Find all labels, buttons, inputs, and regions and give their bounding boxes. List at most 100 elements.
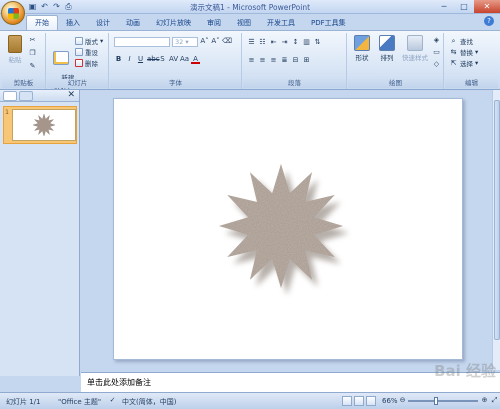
shrink-font-icon[interactable]: A˅ xyxy=(211,37,220,46)
outline-tab[interactable] xyxy=(19,91,33,101)
bullets-icon[interactable]: ☰ xyxy=(247,38,256,47)
format-painter-icon[interactable]: ✎ xyxy=(28,62,37,71)
scrollbar-thumb[interactable] xyxy=(494,100,500,340)
find-button[interactable]: ⌕ 查找 xyxy=(449,36,473,47)
zoom-out-icon[interactable]: ⊖ xyxy=(398,396,407,405)
tab-developer[interactable]: 开发工具 xyxy=(259,16,303,30)
undo-icon[interactable]: ↶ xyxy=(40,2,49,11)
star-shape[interactable] xyxy=(114,99,464,361)
tab-view[interactable]: 视图 xyxy=(229,16,259,30)
slideshow-view-icon[interactable] xyxy=(366,396,376,406)
align-right-icon[interactable]: ≡ xyxy=(269,56,278,65)
shape-fill-icon[interactable]: ◈ xyxy=(432,36,441,45)
office-button[interactable] xyxy=(1,1,25,25)
cut-icon[interactable]: ✂ xyxy=(28,36,37,45)
slides-tab[interactable] xyxy=(3,91,17,101)
shapes-button[interactable]: 形状 xyxy=(350,35,374,62)
change-case-icon[interactable]: Aa xyxy=(180,55,189,64)
shape-outline-icon[interactable]: ▭ xyxy=(432,48,441,57)
thumbnail-canvas xyxy=(12,109,76,141)
decrease-indent-icon[interactable]: ⇤ xyxy=(269,38,278,47)
tab-design[interactable]: 设计 xyxy=(88,16,118,30)
select-button[interactable]: ⇱ 选择 ▾ xyxy=(449,58,479,69)
arrange-button[interactable]: 排列 xyxy=(375,35,399,62)
minimize-button[interactable]: ─ xyxy=(434,0,454,13)
status-bar: 幻灯片 1/1 "Office 主题" ✓ 中文(简体，中国) 66% ⊖ ⊕ … xyxy=(0,392,500,409)
copy-icon[interactable]: ❐ xyxy=(28,49,37,58)
underline-icon[interactable]: U xyxy=(136,55,145,64)
print-icon[interactable]: ⎙ xyxy=(64,2,73,11)
quick-styles-button[interactable]: 快速样式 xyxy=(400,35,430,62)
close-pane-icon[interactable]: ✕ xyxy=(67,90,75,100)
slide-thumbnail[interactable]: 1 xyxy=(3,106,77,144)
slide-sorter-icon[interactable] xyxy=(354,396,364,406)
replace-button[interactable]: ⇆ 替换 ▾ xyxy=(449,47,479,58)
slide-canvas[interactable] xyxy=(113,98,463,360)
slides-pane: ✕ 1 xyxy=(0,90,80,376)
align-left-icon[interactable]: ≡ xyxy=(247,56,256,65)
smartart-icon[interactable]: ⊞ xyxy=(302,56,311,65)
tab-pdf-tools[interactable]: PDF工具集 xyxy=(303,16,354,30)
delete-slide-button[interactable]: 删除 xyxy=(75,58,98,68)
maximize-button[interactable]: □ xyxy=(454,0,474,13)
font-color-icon[interactable]: A xyxy=(191,55,200,64)
font-size-select[interactable]: 32 ▾ xyxy=(172,37,198,47)
slides-pane-tabs: ✕ xyxy=(0,90,79,102)
strikethrough-icon[interactable]: abc xyxy=(147,55,160,64)
layout-button[interactable]: 版式 ▾ xyxy=(75,36,103,46)
font-size-value: 32 xyxy=(175,38,184,46)
normal-view-icon[interactable] xyxy=(342,396,352,406)
paragraph-group: ☰ ☷ ⇤ ⇥ ↕ ▥ ⇅ ≡ ≡ ≡ ≣ ⊟ ⊞ 段落 xyxy=(243,33,347,89)
find-label: 查找 xyxy=(460,38,473,46)
reset-button[interactable]: 重设 xyxy=(75,47,98,57)
quick-styles-icon xyxy=(407,35,423,51)
replace-label: 替换 xyxy=(460,49,473,57)
align-text-icon[interactable]: ⊟ xyxy=(291,56,300,65)
quick-styles-label: 快速样式 xyxy=(402,54,428,62)
tab-animation[interactable]: 动画 xyxy=(118,16,148,30)
save-icon[interactable]: ▣ xyxy=(28,2,37,11)
zoom-in-icon[interactable]: ⊕ xyxy=(480,396,489,405)
zoom-slider[interactable] xyxy=(408,400,478,402)
zoom-level[interactable]: 66% xyxy=(382,397,398,405)
tab-review[interactable]: 审阅 xyxy=(199,16,229,30)
new-slide-button[interactable]: 新建 幻灯片 xyxy=(49,35,74,98)
select-icon: ⇱ xyxy=(450,58,457,67)
shapes-icon xyxy=(354,35,370,51)
char-spacing-icon[interactable]: AV xyxy=(169,55,178,64)
fit-window-icon[interactable]: ⤢ xyxy=(490,396,499,405)
italic-icon[interactable]: I xyxy=(125,55,134,64)
clipboard-group: 粘贴 ✂ ❐ ✎ 剪贴板 xyxy=(2,33,46,89)
zoom-slider-knob[interactable] xyxy=(434,397,438,405)
numbering-icon[interactable]: ☷ xyxy=(258,38,267,47)
window-controls: ─ □ ✕ xyxy=(434,0,500,13)
bold-icon[interactable]: B xyxy=(114,55,123,64)
group-label-slides: 幻灯片 xyxy=(47,79,108,88)
justify-icon[interactable]: ≣ xyxy=(280,56,289,65)
slide-number: 1 xyxy=(5,109,9,116)
shadow-text-icon[interactable]: S xyxy=(158,55,167,64)
language[interactable]: 中文(简体，中国) xyxy=(122,397,176,407)
grow-font-icon[interactable]: A˄ xyxy=(200,37,209,46)
increase-indent-icon[interactable]: ⇥ xyxy=(280,38,289,47)
spellcheck-icon[interactable]: ✓ xyxy=(108,396,117,405)
vertical-scrollbar[interactable] xyxy=(492,90,500,370)
clear-format-icon[interactable]: ⌫ xyxy=(222,37,232,46)
align-center-icon[interactable]: ≡ xyxy=(258,56,267,65)
line-spacing-icon[interactable]: ↕ xyxy=(291,38,300,47)
redo-icon[interactable]: ↷ xyxy=(52,2,61,11)
group-label-editing: 编辑 xyxy=(445,79,498,88)
columns-icon[interactable]: ▥ xyxy=(302,38,311,47)
tab-slideshow[interactable]: 幻灯片放映 xyxy=(148,16,199,30)
replace-icon: ⇆ xyxy=(450,47,457,56)
font-name-select[interactable] xyxy=(114,37,170,47)
paste-button[interactable]: 粘贴 xyxy=(5,35,25,64)
close-button[interactable]: ✕ xyxy=(474,0,500,13)
text-direction-icon[interactable]: ⇅ xyxy=(313,38,322,47)
shape-effects-icon[interactable]: ◇ xyxy=(432,60,441,69)
help-icon[interactable]: ? xyxy=(484,16,494,26)
drawing-group: 形状 排列 快速样式 ◈ ▭ ◇ 绘图 xyxy=(348,33,444,89)
tab-home[interactable]: 开始 xyxy=(26,15,58,30)
arrange-label: 排列 xyxy=(380,54,394,62)
tab-insert[interactable]: 插入 xyxy=(58,16,88,30)
